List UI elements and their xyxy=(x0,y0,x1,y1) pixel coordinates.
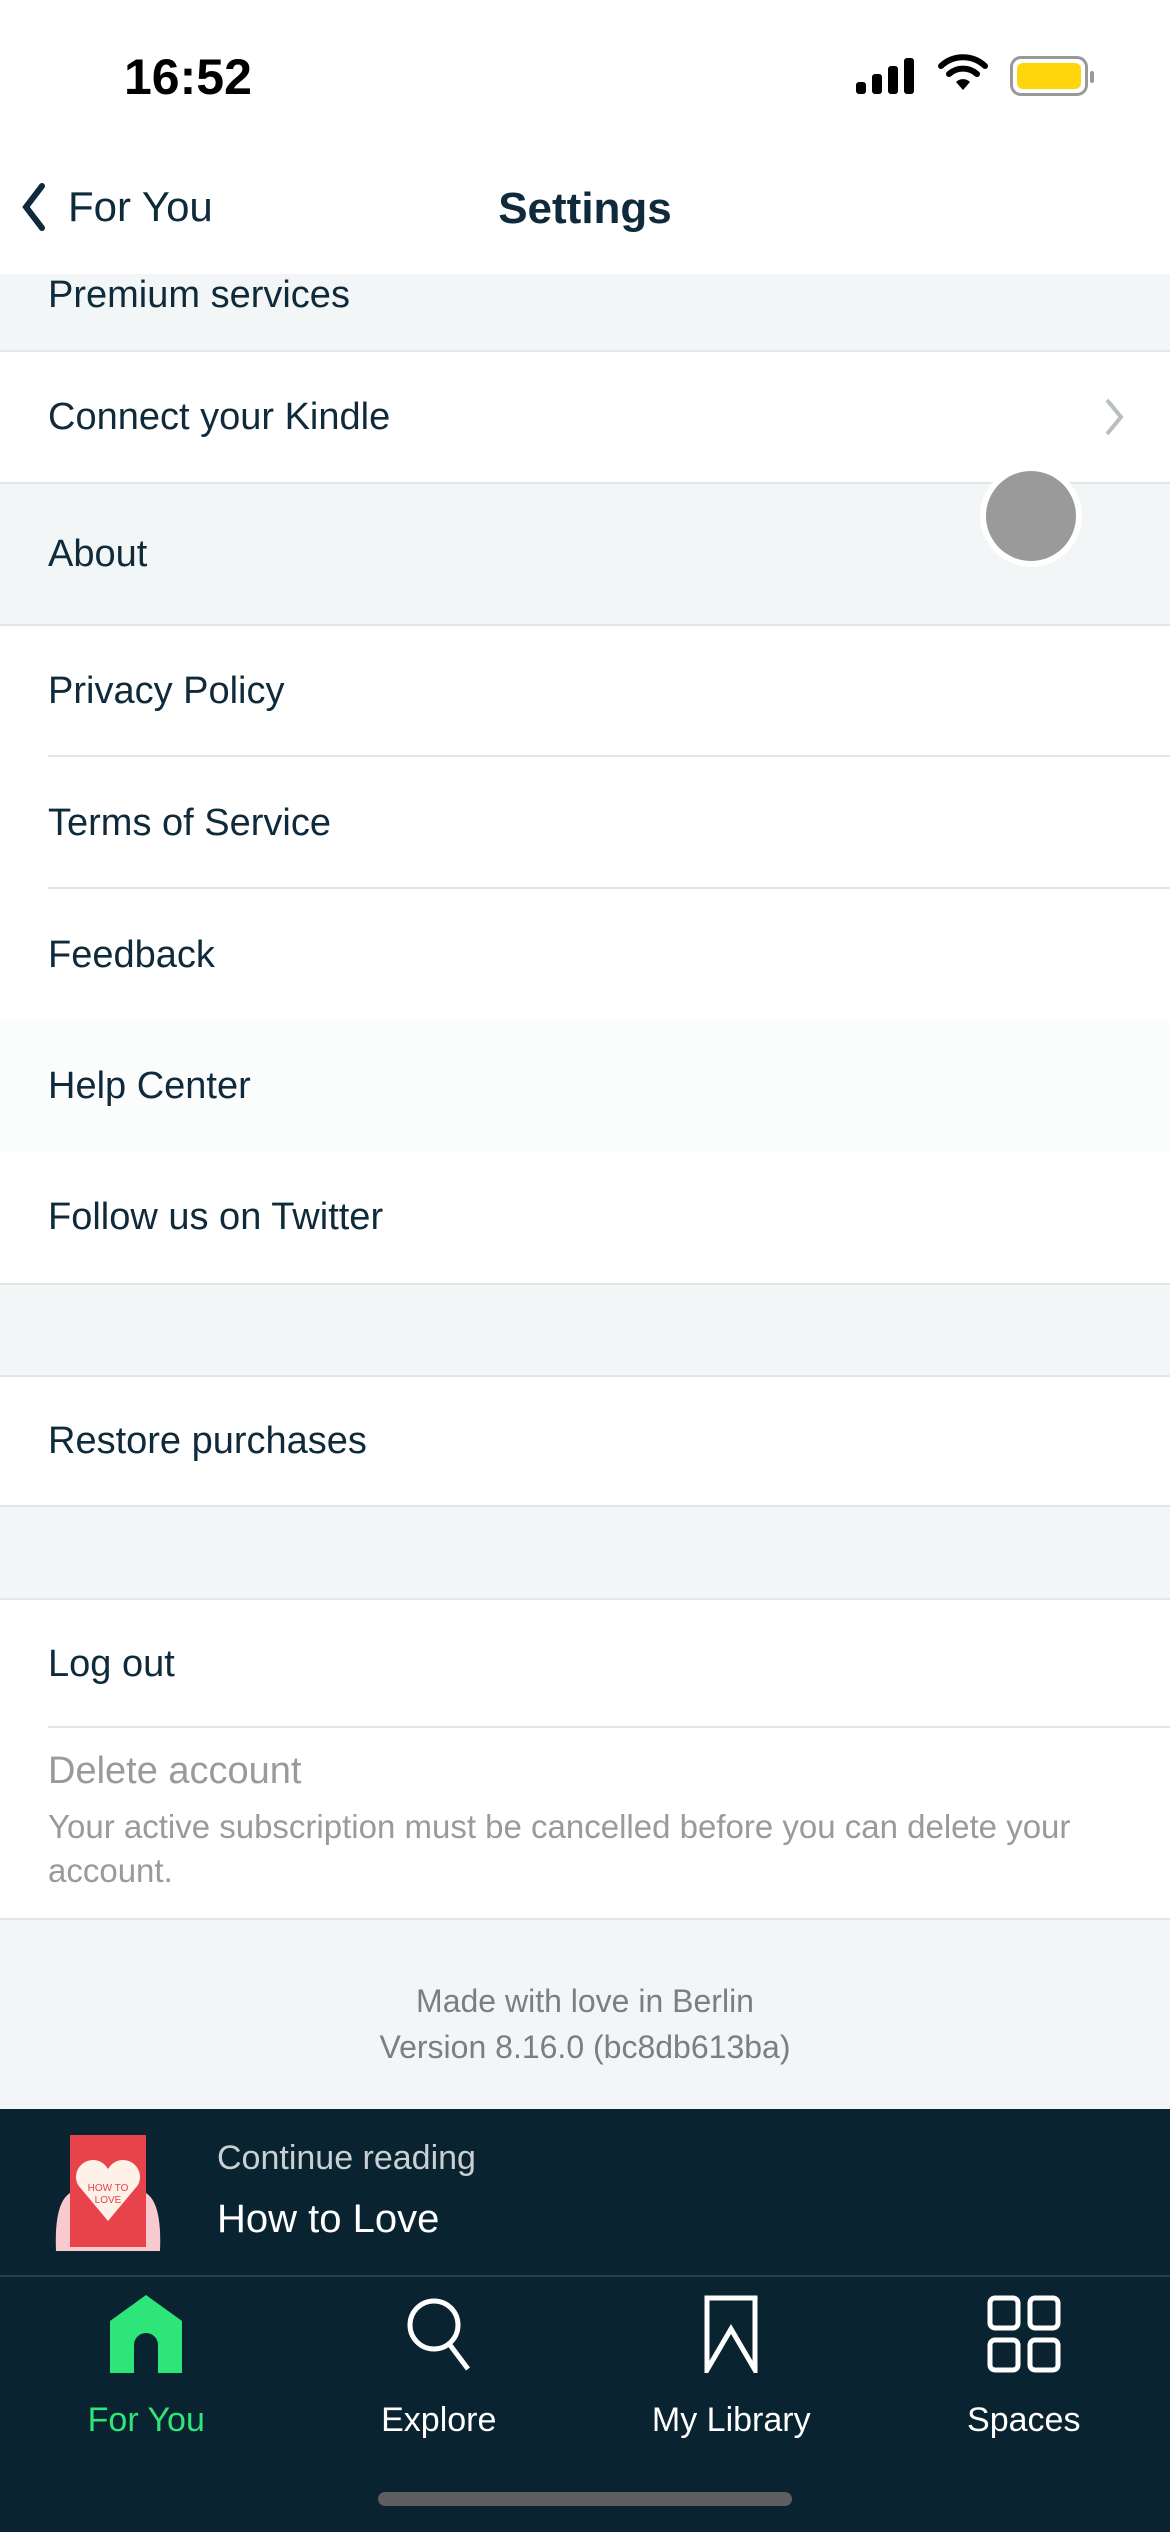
restore-purchases-row[interactable]: Restore purchases xyxy=(0,1375,1170,1507)
row-label: Feedback xyxy=(48,933,215,976)
continue-reading-label: Continue reading xyxy=(217,2139,476,2177)
twitter-row[interactable]: Follow us on Twitter xyxy=(0,1152,1170,1285)
row-label: Connect your Kindle xyxy=(48,395,391,438)
row-label: Terms of Service xyxy=(48,801,331,844)
connect-kindle-row[interactable]: Connect your Kindle xyxy=(0,352,1170,484)
navigation-bar: For You Settings xyxy=(0,160,1170,274)
row-label: Help Center xyxy=(48,1065,251,1107)
row-label: Restore purchases xyxy=(48,1419,367,1462)
status-bar: 16:52 xyxy=(0,0,1170,160)
section-header-premium: Premium services xyxy=(0,274,1170,352)
privacy-policy-row[interactable]: Privacy Policy xyxy=(0,626,1170,757)
book-cover: HOW TOLOVE xyxy=(55,2135,161,2251)
tab-label: Spaces xyxy=(967,2401,1081,2439)
tab-label: For You xyxy=(87,2401,205,2439)
footer-tagline: Made with love in Berlin xyxy=(416,1983,754,2019)
clock: 16:52 xyxy=(124,49,252,105)
app-version: Version 8.16.0 (bc8db613ba) xyxy=(379,2029,791,2065)
book-title: How to Love xyxy=(217,2197,440,2241)
delete-account-row: Delete account Your active subscription … xyxy=(0,1728,1170,1920)
touch-indicator xyxy=(986,471,1076,561)
chevron-right-icon xyxy=(1105,398,1124,436)
feedback-row[interactable]: Feedback xyxy=(0,889,1170,1021)
home-indicator[interactable] xyxy=(378,2492,792,2506)
row-label: Follow us on Twitter xyxy=(48,1196,384,1238)
footer: Made with love in Berlin Version 8.16.0 … xyxy=(0,1920,1170,2109)
help-center-row[interactable]: Help Center xyxy=(0,1021,1170,1152)
bookmark-icon xyxy=(704,2295,758,2373)
page-title: Settings xyxy=(498,184,672,233)
home-icon xyxy=(110,2295,183,2373)
wifi-icon xyxy=(938,54,988,90)
delete-account-label: Delete account xyxy=(48,1750,302,1792)
svg-text:LOVE: LOVE xyxy=(95,2195,122,2206)
row-label: Privacy Policy xyxy=(48,670,285,712)
section-title: Premium services xyxy=(48,274,350,316)
battery-icon xyxy=(1010,56,1094,96)
tab-label: My Library xyxy=(651,2401,811,2439)
row-label: Log out xyxy=(48,1642,175,1685)
logout-row[interactable]: Log out xyxy=(0,1598,1170,1728)
tab-label: Explore xyxy=(381,2401,497,2439)
tab-for-you[interactable]: For You xyxy=(0,2277,293,2532)
svg-text:HOW TO: HOW TO xyxy=(88,2183,129,2194)
terms-row[interactable]: Terms of Service xyxy=(0,757,1170,889)
search-icon xyxy=(407,2298,470,2371)
cellular-signal-icon xyxy=(856,58,914,94)
grid-icon xyxy=(987,2295,1061,2373)
delete-account-description: Your active subscription must be cancell… xyxy=(48,1808,1071,1889)
section-title: About xyxy=(48,532,148,575)
continue-reading-bar[interactable]: HOW TO LOVE Continue reading How to Love xyxy=(0,2109,1170,2277)
tab-spaces[interactable]: Spaces xyxy=(878,2277,1170,2532)
